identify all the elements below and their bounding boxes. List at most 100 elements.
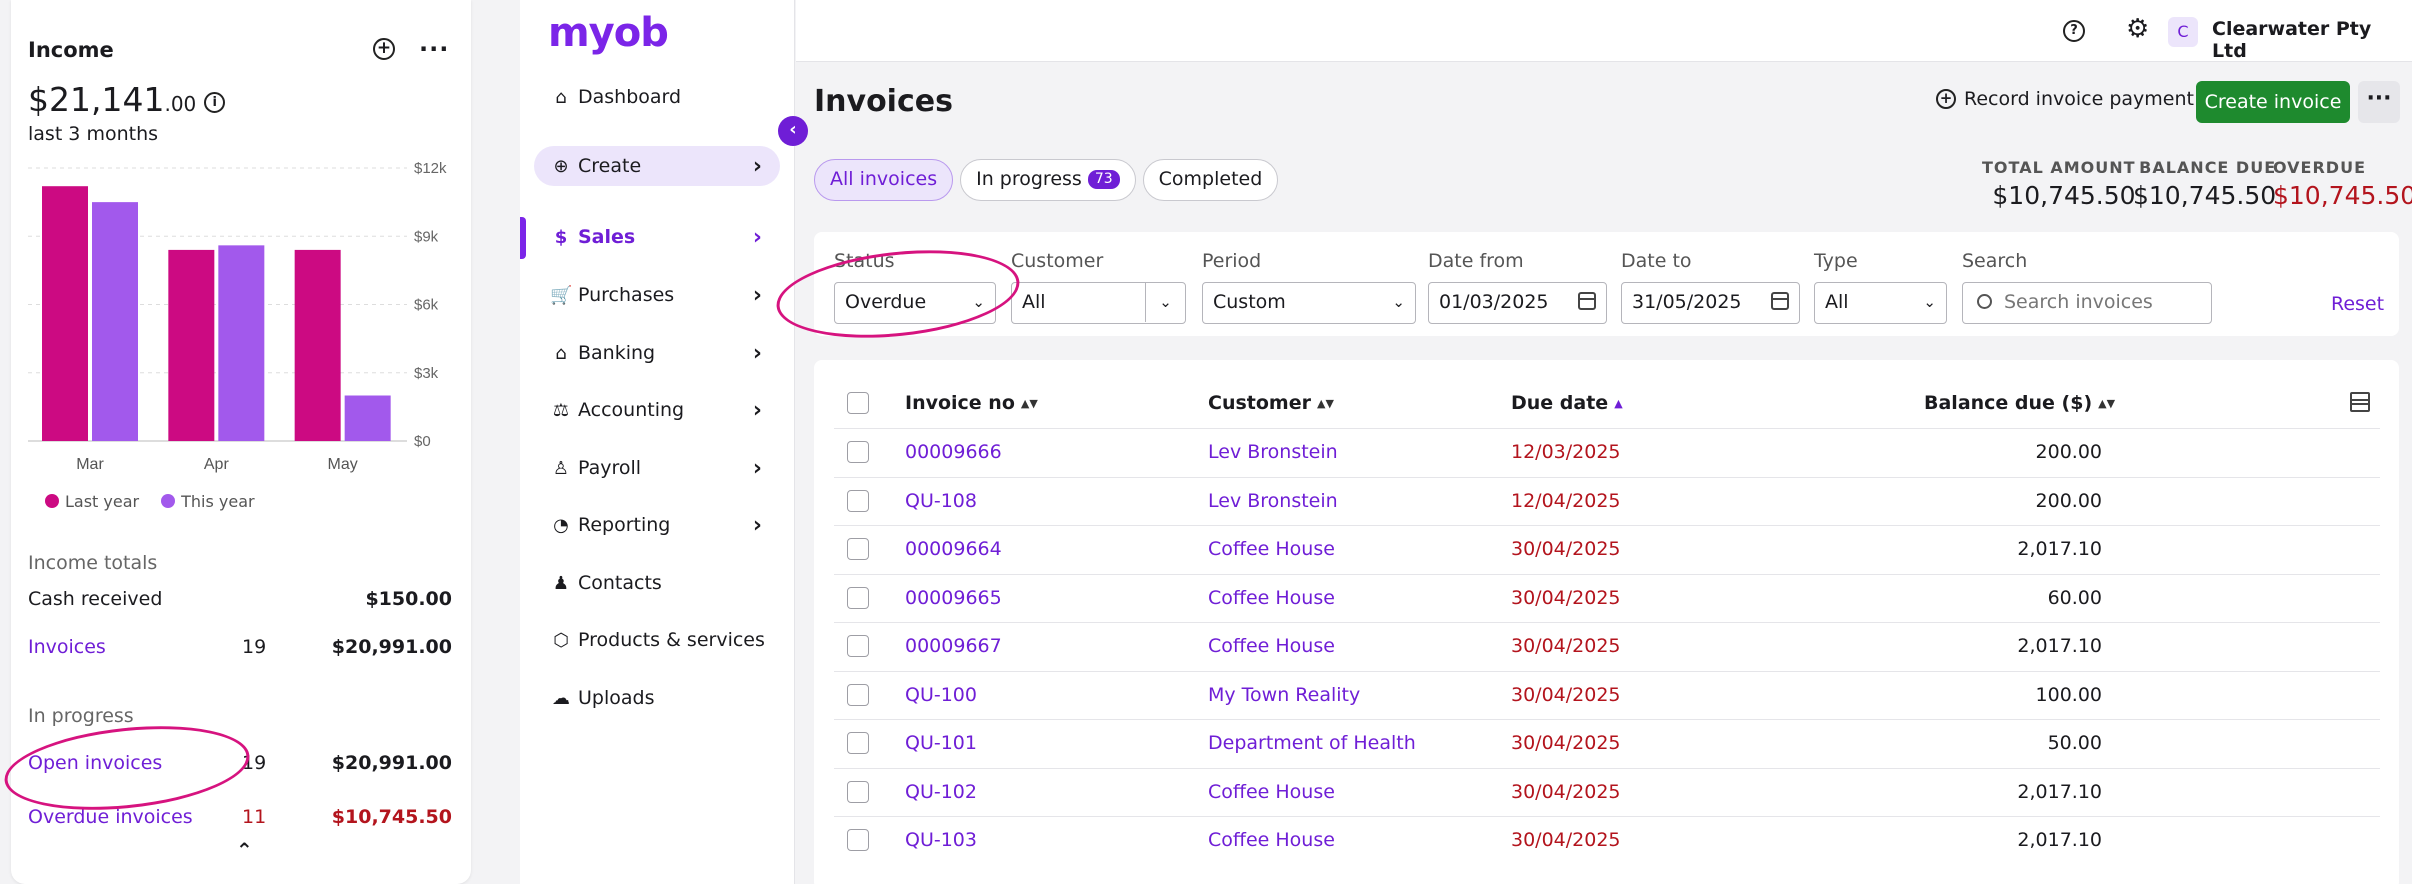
company-name[interactable]: Clearwater Pty Ltd <box>2212 18 2412 62</box>
date-from-input[interactable]: 01/03/2025 <box>1428 282 1607 324</box>
home-icon: ⌂ <box>555 86 567 108</box>
row-checkbox[interactable] <box>847 683 869 706</box>
nav-item-create[interactable]: ⊕ Create › <box>534 146 780 186</box>
header-balance-due[interactable]: Balance due ($) ▲▼ <box>1924 392 2115 414</box>
nav-item-accounting[interactable]: ⚖ Accounting › <box>534 390 780 430</box>
row-checkbox[interactable] <box>847 732 869 754</box>
record-invoice-payment-button[interactable]: + Record invoice payment <box>1936 88 2194 110</box>
type-select[interactable]: All ⌄ <box>1814 282 1947 324</box>
row-checkbox[interactable] <box>847 441 869 463</box>
search-input[interactable]: Search invoices <box>1962 282 2212 324</box>
period-select[interactable]: Custom ⌄ <box>1202 282 1416 324</box>
customer-link[interactable]: Coffee House <box>1208 538 1335 560</box>
column-settings-icon[interactable] <box>2350 392 2370 412</box>
table-row[interactable]: QU-102 Coffee House 30/04/2025 2,017.10 <box>834 767 2380 816</box>
header-due-date[interactable]: Due date ▲ <box>1511 392 1623 414</box>
invoice-number-link[interactable]: 00009664 <box>905 538 1002 560</box>
reset-filters-link[interactable]: Reset <box>2331 293 2384 315</box>
row-checkbox[interactable] <box>847 586 869 609</box>
nav-item-payroll[interactable]: ♙ Payroll › <box>534 448 780 488</box>
table-row[interactable]: QU-103 Coffee House 30/04/2025 2,017.10 <box>834 816 2380 864</box>
bar-last-year-apr[interactable] <box>168 249 215 441</box>
overdue-summary: OVERDUE $10,745.50 <box>2273 158 2412 210</box>
chevron-up-icon[interactable]: ⌃ <box>236 838 253 862</box>
select-all-checkbox[interactable] <box>847 392 869 414</box>
invoice-number-link[interactable]: 00009665 <box>905 587 1002 609</box>
y-tick-label: $12k <box>414 160 447 177</box>
more-options-icon[interactable]: ··· <box>419 35 449 63</box>
myob-logo[interactable]: myob <box>548 10 669 56</box>
nav-item-purchases[interactable]: 🛒 Purchases › <box>534 275 780 315</box>
customer-link[interactable]: Coffee House <box>1208 781 1335 803</box>
table-row[interactable]: 00009666 Lev Bronstein 12/03/2025 200.00 <box>834 428 2380 476</box>
invoice-number-link[interactable]: QU-108 <box>905 490 977 512</box>
header-customer[interactable]: Customer ▲▼ <box>1208 392 1334 414</box>
dollar-circle-icon: $ <box>554 226 568 248</box>
customer-link[interactable]: Coffee House <box>1208 635 1335 657</box>
tab-completed[interactable]: Completed <box>1142 159 1279 201</box>
calendar-icon[interactable] <box>1578 292 1596 310</box>
bar-this-year-mar[interactable] <box>92 202 138 441</box>
nav-item-banking[interactable]: ⌂ Banking › <box>534 333 780 373</box>
invoice-number-link[interactable]: QU-101 <box>905 732 977 754</box>
bar-this-year-apr[interactable] <box>218 245 265 441</box>
invoice-number-link[interactable]: 00009667 <box>905 635 1002 657</box>
sort-icon: ▲▼ <box>1316 397 1334 410</box>
row-checkbox[interactable] <box>847 538 869 560</box>
customer-link[interactable]: Coffee House <box>1208 587 1335 609</box>
table-row[interactable]: QU-100 My Town Reality 30/04/2025 100.00 <box>834 670 2380 719</box>
nav-item-dashboard[interactable]: ⌂ Dashboard <box>534 77 780 117</box>
invoices-link[interactable]: Invoices <box>28 636 106 658</box>
gear-icon[interactable]: ⚙ <box>2126 14 2149 44</box>
customer-link[interactable]: Lev Bronstein <box>1208 441 1338 463</box>
legend-dot-last-year <box>45 494 59 508</box>
nav-item-products-services[interactable]: ⬡ Products & services <box>534 620 780 660</box>
nav-item-label: Uploads <box>578 687 655 709</box>
add-widget-icon[interactable]: + <box>373 38 395 60</box>
nav-item-contacts[interactable]: ♟ Contacts <box>534 563 780 603</box>
date-to-input[interactable]: 31/05/2025 <box>1621 282 1800 324</box>
header-invoice-no[interactable]: Invoice no ▲▼ <box>905 392 1038 414</box>
invoice-number-link[interactable]: QU-103 <box>905 829 977 851</box>
collapse-sidebar-button[interactable]: ‹ <box>778 116 808 146</box>
more-actions-button[interactable]: ··· <box>2358 81 2400 123</box>
date-from-label: Date from <box>1428 250 1524 272</box>
nav-item-sales[interactable]: $ Sales › <box>534 217 780 257</box>
row-checkbox[interactable] <box>847 780 869 803</box>
invoice-number-link[interactable]: QU-102 <box>905 781 977 803</box>
bar-last-year-may[interactable] <box>294 249 341 441</box>
balance-due-cell: 2,017.10 <box>2017 538 2102 560</box>
due-date-cell: 12/03/2025 <box>1511 441 1621 463</box>
invoice-number-link[interactable]: 00009666 <box>905 441 1002 463</box>
calendar-icon[interactable] <box>1771 292 1789 310</box>
nav-item-uploads[interactable]: ☁ Uploads <box>534 678 780 718</box>
row-checkbox[interactable] <box>847 829 869 851</box>
due-date-cell: 30/04/2025 <box>1511 538 1621 560</box>
tab-all-invoices[interactable]: All invoices <box>814 159 954 201</box>
nav-item-reporting[interactable]: ◔ Reporting › <box>534 505 780 545</box>
company-avatar[interactable]: C <box>2168 17 2198 47</box>
chevron-down-icon[interactable]: ⌄ <box>1145 283 1185 322</box>
tab-in-progress[interactable]: In progress 73 <box>960 159 1136 201</box>
table-row[interactable]: QU-101 Department of Health 30/04/2025 50.0… <box>834 719 2380 767</box>
customer-link[interactable]: Coffee House <box>1208 829 1335 851</box>
table-row[interactable]: 00009665 Coffee House 30/04/2025 60.00 <box>834 573 2380 622</box>
table-row[interactable]: 00009667 Coffee House 30/04/2025 2,017.10 <box>834 622 2380 670</box>
x-tick-label: Apr <box>204 456 230 473</box>
table-row[interactable]: QU-108 Lev Bronstein 12/04/2025 200.00 <box>834 476 2380 525</box>
balance-due-cell: 100.00 <box>2035 683 2102 706</box>
info-icon[interactable]: i <box>204 92 226 113</box>
table-row[interactable]: 00009664 Coffee House 30/04/2025 2,017.10 <box>834 525 2380 573</box>
help-icon[interactable]: ? <box>2063 20 2085 42</box>
invoice-number-link[interactable]: QU-100 <box>905 684 977 706</box>
y-tick-label: $3k <box>414 365 439 382</box>
create-invoice-button[interactable]: Create invoice <box>2196 81 2350 123</box>
row-checkbox[interactable] <box>847 489 869 512</box>
customer-link[interactable]: My Town Reality <box>1208 684 1360 706</box>
bar-last-year-mar[interactable] <box>42 186 88 441</box>
customer-link[interactable]: Department of Health <box>1208 732 1416 754</box>
customer-link[interactable]: Lev Bronstein <box>1208 490 1338 512</box>
bar-this-year-may[interactable] <box>344 395 391 442</box>
row-checkbox[interactable] <box>847 635 869 657</box>
customer-combobox[interactable]: All ⌄ <box>1011 282 1186 324</box>
